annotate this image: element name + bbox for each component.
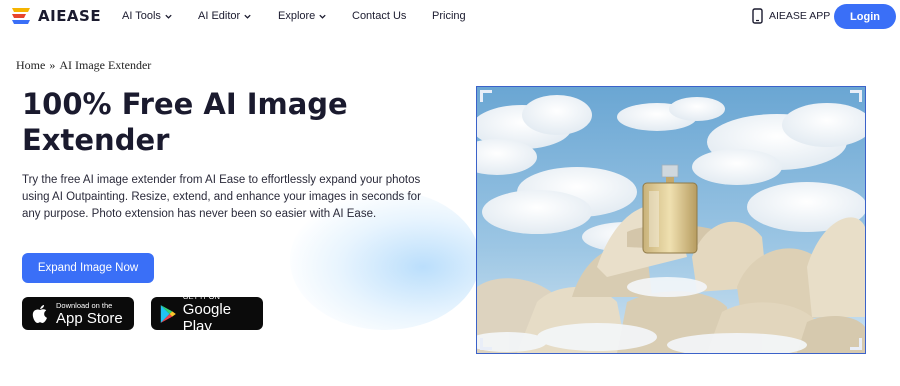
frame-corner-handle[interactable] [850,338,862,350]
google-play-text: GET IT ON Google Play [183,292,255,335]
nav-explore-label: Explore [278,10,316,22]
google-play-button[interactable]: GET IT ON Google Play [151,292,263,335]
nav-ai-editor[interactable]: AI Editor [198,10,252,22]
nav-pricing-label: Pricing [432,10,466,22]
google-play-big-text: Google Play [182,301,232,335]
google-play-icon [160,304,176,323]
app-store-small-text: Download on the [56,300,113,310]
apple-icon [32,304,47,323]
nav-pricing[interactable]: Pricing [432,10,466,22]
login-button[interactable]: Login [834,4,896,29]
hero-description: Try the free AI image extender from AI E… [22,174,421,220]
nav-explore[interactable]: Explore [278,10,327,22]
app-download-label: AIEASE APP [769,10,831,22]
frame-corner-handle[interactable] [480,90,492,102]
frame-corner-handle[interactable] [480,338,492,350]
aiease-logo-icon [12,8,30,24]
nav-contact-us-label: Contact Us [352,10,407,22]
nav-ai-editor-label: AI Editor [198,10,241,22]
breadcrumb-current: AI Image Extender [59,58,152,72]
frame-corner-handle[interactable] [850,90,862,102]
chevron-down-icon [319,14,326,19]
nav-ai-tools[interactable]: AI Tools [122,10,173,22]
expand-image-button[interactable]: Expand Image Now [22,253,154,283]
phone-icon [752,8,763,24]
perfume-preview-image [477,87,865,353]
breadcrumb-home-link[interactable]: Home [16,58,45,73]
nav-ai-tools-label: AI Tools [122,10,161,22]
page-title: 100% Free AI Image Extender [22,87,348,157]
breadcrumb: Home » AI Image Extender [16,58,151,73]
google-play-small-text: GET IT ON [182,292,220,301]
app-store-button[interactable]: Download on the App Store [22,297,134,330]
brand-logo[interactable]: AIEASE [10,6,101,26]
preview-image-frame [476,86,866,354]
top-nav: AIEASE AI Tools AI Editor Explore Contac… [0,0,900,34]
nav-contact-us[interactable]: Contact Us [352,10,406,22]
breadcrumb-separator: » [49,58,56,72]
brand-name: AIEASE [38,7,102,25]
chevron-down-icon [244,14,251,19]
app-store-text: Download on the App Store [56,301,123,327]
chevron-down-icon [165,14,172,19]
app-store-big-text: App Store [56,309,123,327]
app-download-link[interactable]: AIEASE APP [752,8,830,24]
